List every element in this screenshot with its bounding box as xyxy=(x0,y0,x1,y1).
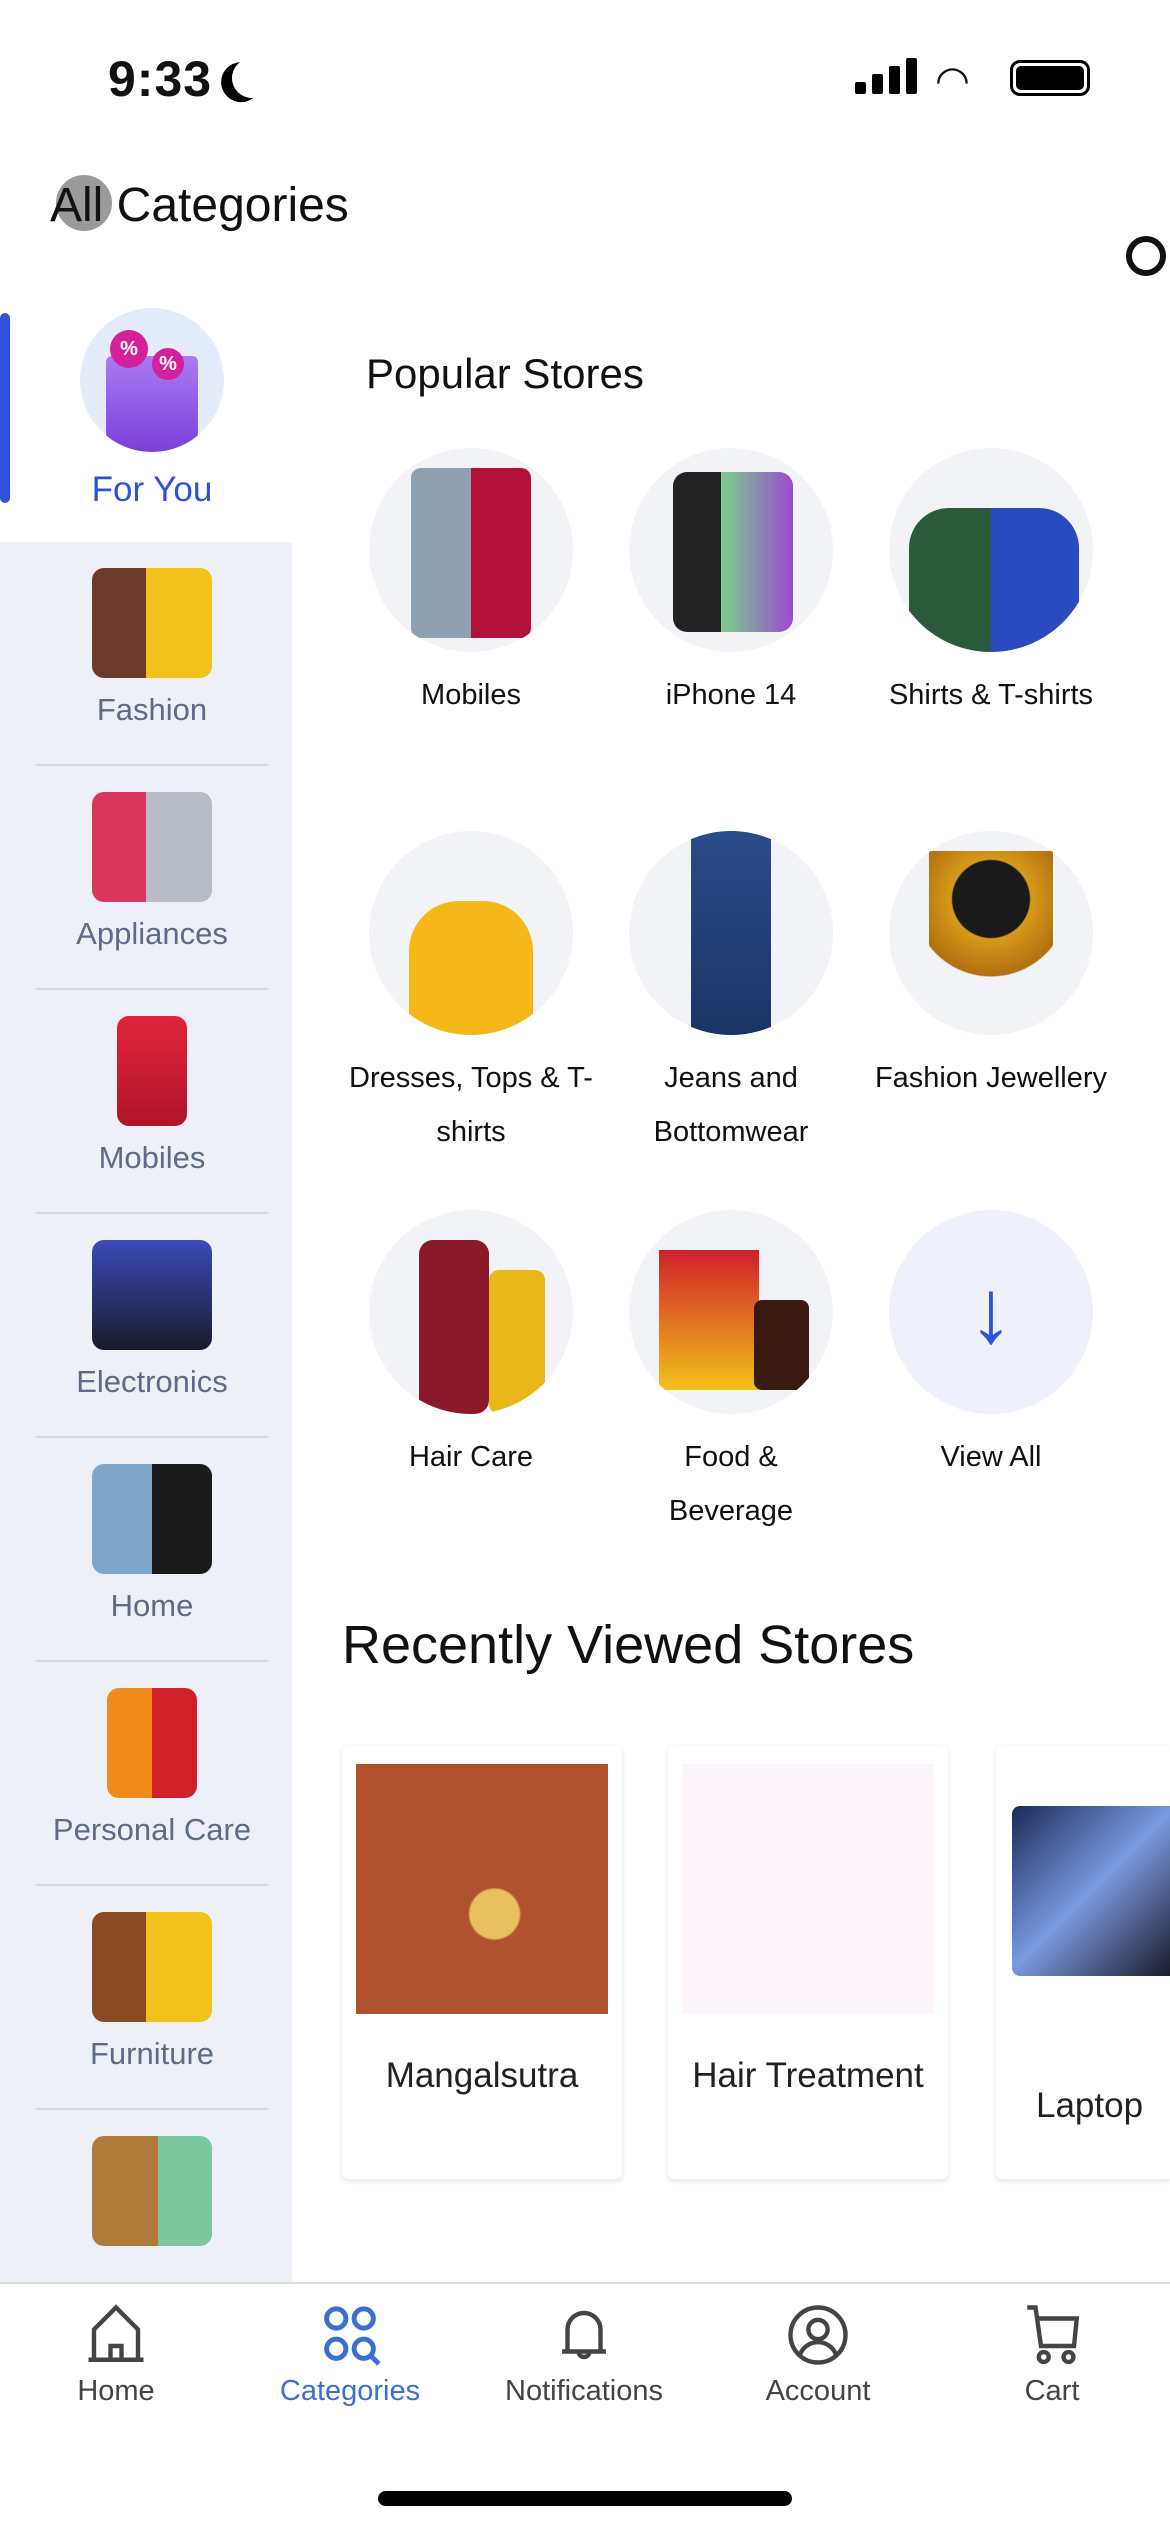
card-image xyxy=(356,1764,608,2014)
categories-icon xyxy=(324,2306,381,2366)
nav-home[interactable]: Home xyxy=(16,2302,216,2408)
sidebar-label: Personal Care xyxy=(52,1812,252,1847)
store-fashion-jewellery[interactable]: Fashion Jewellery xyxy=(866,831,1116,1105)
sidebar-label: Electronics xyxy=(76,1364,228,1399)
sidebar-item-mobiles[interactable]: Mobiles xyxy=(36,990,268,1214)
view-all-circle: ↓ xyxy=(889,1210,1093,1414)
store-image xyxy=(629,448,833,652)
sidebar-label-for-you: For You xyxy=(91,470,213,509)
bell-icon xyxy=(562,2310,606,2360)
nav-label: Categories xyxy=(279,2375,421,2407)
store-image xyxy=(629,1210,833,1414)
nav-label: Cart xyxy=(1024,2375,1080,2407)
fashion-image xyxy=(92,568,212,678)
moon-icon xyxy=(229,55,275,101)
store-label: Food & Beverage xyxy=(668,1441,794,1527)
mobiles-image xyxy=(117,1016,187,1126)
card-label: Mangalsutra xyxy=(385,2056,579,2095)
home-image xyxy=(92,1464,212,1574)
store-hair-care[interactable]: Hair Care xyxy=(346,1210,596,1484)
nav-label: Account xyxy=(765,2375,871,2407)
sidebar-label: Mobiles xyxy=(98,1140,206,1175)
sidebar-item-home[interactable]: Home xyxy=(36,1438,268,1662)
sidebar-label: Furniture xyxy=(89,2036,215,2071)
recent-card-mangalsutra[interactable]: Mangalsutra xyxy=(342,1746,622,2179)
sidebar-item-personal-care[interactable]: Personal Care xyxy=(36,1662,268,1886)
page-title: All Categories xyxy=(50,178,349,233)
sidebar-label: Fashion xyxy=(96,692,208,727)
view-all-button[interactable]: ↓ View All xyxy=(866,1210,1116,1484)
card-image xyxy=(1012,1806,1170,1976)
sidebar-item-furniture[interactable]: Furniture xyxy=(36,1886,268,2110)
account-icon xyxy=(788,2305,848,2365)
sidebar-item-fashion[interactable]: Fashion xyxy=(36,542,268,766)
toys-image xyxy=(92,2136,212,2246)
store-mobiles[interactable]: Mobiles xyxy=(346,448,596,722)
nav-cart[interactable]: Cart xyxy=(952,2302,1152,2408)
store-dresses[interactable]: Dresses, Tops & T-shirts xyxy=(346,831,596,1159)
sidebar-item-appliances[interactable]: Appliances xyxy=(36,766,268,990)
store-label: Shirts & T-shirts xyxy=(888,679,1094,711)
title-rest: Categories xyxy=(103,179,349,232)
signal-icon xyxy=(855,58,917,94)
nav-categories[interactable]: Categories xyxy=(250,2302,450,2408)
nav-notifications[interactable]: Notifications xyxy=(484,2302,684,2408)
title-prefix: All xyxy=(50,179,104,232)
battery-icon xyxy=(1010,60,1090,96)
shopping-bag-icon: %% xyxy=(80,308,224,452)
home-icon xyxy=(88,2304,144,2362)
store-label: Fashion Jewellery xyxy=(874,1062,1108,1094)
cart-icon xyxy=(1027,2305,1080,2365)
active-indicator xyxy=(0,313,10,503)
recently-viewed-title: Recently Viewed Stores xyxy=(342,1615,915,1675)
home-indicator[interactable] xyxy=(378,2491,792,2506)
arrow-down-icon: ↓ xyxy=(968,1262,1014,1362)
recent-card-hair-treatment[interactable]: Hair Treatment xyxy=(668,1746,948,2179)
wifi-icon: ◠ xyxy=(935,59,970,103)
card-label: Laptop xyxy=(1036,2086,1144,2125)
store-image xyxy=(369,448,573,652)
store-image xyxy=(889,831,1093,1035)
nav-label: Home xyxy=(77,2375,155,2407)
nav-account[interactable]: Account xyxy=(718,2302,918,2408)
furniture-image xyxy=(92,1912,212,2022)
store-image xyxy=(889,448,1093,652)
store-shirts[interactable]: Shirts & T-shirts xyxy=(866,448,1116,722)
store-label: Jeans and Bottomwear xyxy=(653,1062,809,1148)
sidebar-item-electronics[interactable]: Electronics xyxy=(36,1214,268,1438)
personal-care-image xyxy=(107,1688,197,1798)
card-label: Hair Treatment xyxy=(692,2056,924,2095)
store-label: View All xyxy=(940,1441,1042,1473)
store-image xyxy=(369,831,573,1035)
electronics-image xyxy=(92,1240,212,1350)
store-jeans[interactable]: Jeans and Bottomwear xyxy=(606,831,856,1159)
store-food-beverage[interactable]: Food & Beverage xyxy=(606,1210,856,1538)
store-image xyxy=(629,831,833,1035)
popular-stores-title: Popular Stores xyxy=(366,350,644,397)
search-icon[interactable] xyxy=(1126,236,1166,276)
store-iphone-14[interactable]: iPhone 14 xyxy=(606,448,856,722)
recent-card-laptop[interactable]: Laptop xyxy=(996,1746,1170,2179)
store-label: Hair Care xyxy=(408,1441,534,1473)
status-time: 9:33 xyxy=(108,51,213,107)
store-label: iPhone 14 xyxy=(665,679,797,711)
nav-label: Notifications xyxy=(505,2375,663,2407)
sidebar-label: Home xyxy=(110,1588,194,1623)
card-image xyxy=(682,1764,934,2014)
appliances-image xyxy=(92,792,212,902)
sidebar-label: Appliances xyxy=(76,916,228,951)
store-image xyxy=(369,1210,573,1414)
store-label: Dresses, Tops & T-shirts xyxy=(349,1062,593,1148)
store-label: Mobiles xyxy=(421,679,521,711)
